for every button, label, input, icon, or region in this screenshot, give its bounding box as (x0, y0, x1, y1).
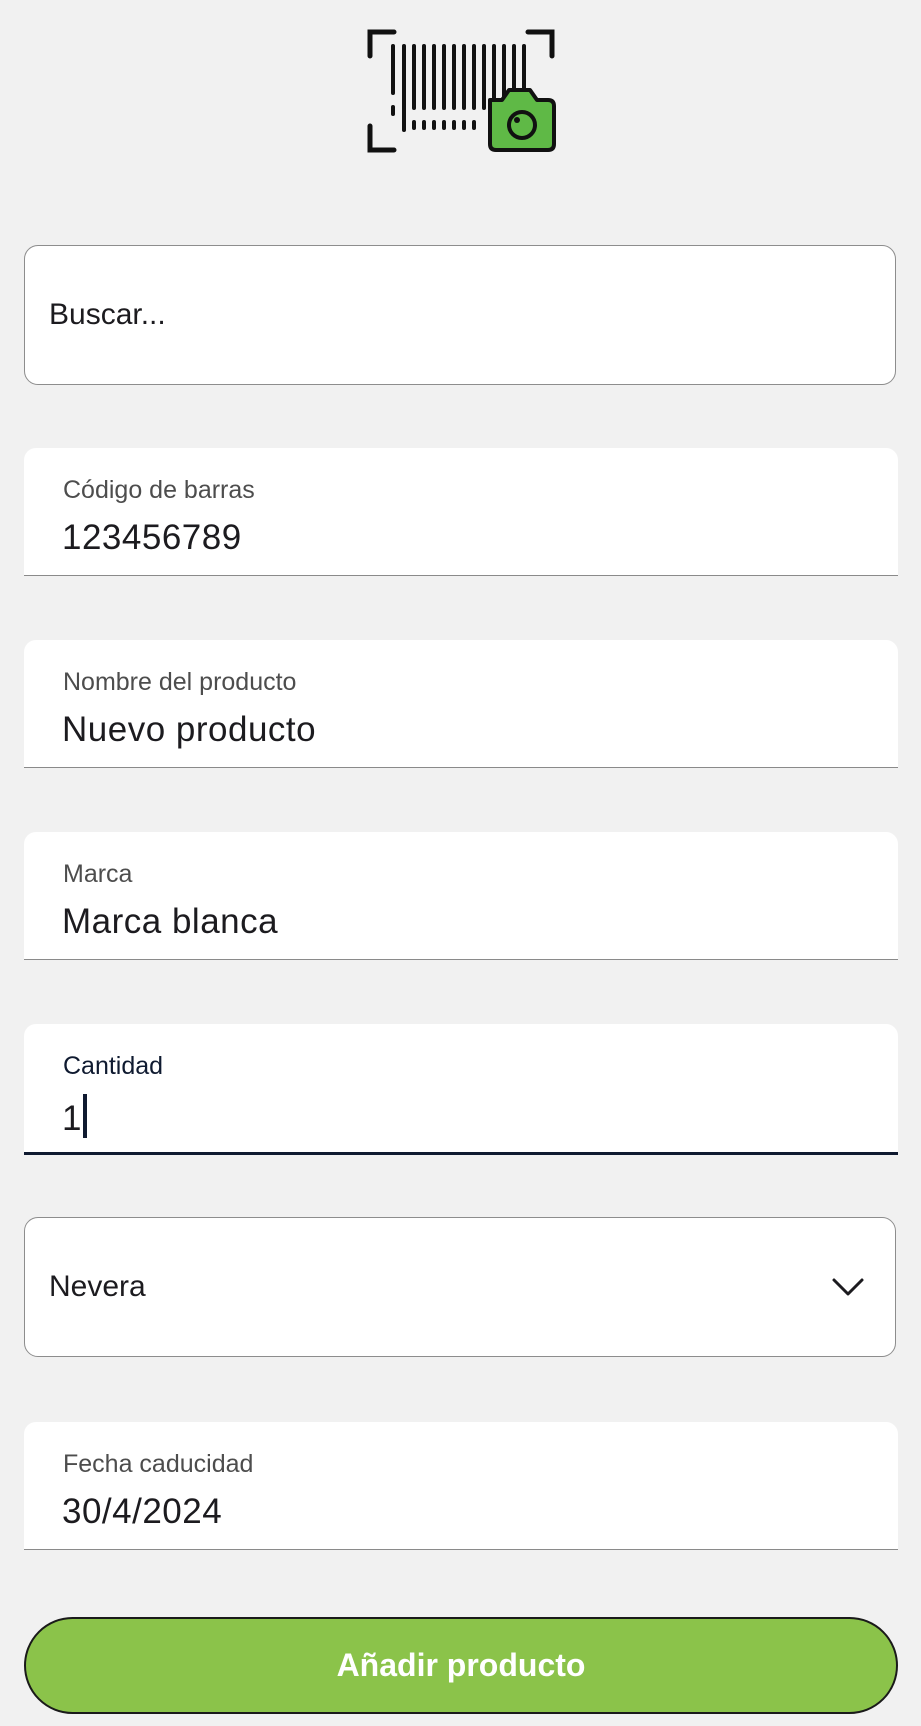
product-name-label: Nombre del producto (63, 668, 297, 696)
brand-value[interactable]: Marca blanca (62, 902, 278, 942)
brand-field[interactable]: Marca Marca blanca (24, 832, 898, 960)
location-selected-value: Nevera (49, 1270, 146, 1303)
quantity-value[interactable]: 1 (62, 1099, 82, 1138)
quantity-field[interactable]: Cantidad 1 (24, 1024, 898, 1155)
expiry-date-field[interactable]: Fecha caducidad 30/4/2024 (24, 1422, 898, 1550)
location-select[interactable]: Nevera (24, 1217, 896, 1357)
search-input[interactable] (49, 246, 849, 384)
add-product-button[interactable]: Añadir producto (24, 1617, 898, 1714)
product-name-value[interactable]: Nuevo producto (62, 710, 316, 750)
barcode-label: Código de barras (63, 476, 255, 504)
quantity-value-wrapper[interactable]: 1 (62, 1094, 87, 1139)
product-name-field[interactable]: Nombre del producto Nuevo producto (24, 640, 898, 768)
chevron-down-icon (832, 1278, 864, 1296)
barcode-scanner-logo[interactable] (366, 28, 556, 154)
brand-label: Marca (63, 860, 133, 888)
barcode-value[interactable]: 123456789 (62, 518, 242, 558)
barcode-field[interactable]: Código de barras 123456789 (24, 448, 898, 576)
barcode-scanner-icon (367, 29, 556, 153)
search-box[interactable] (24, 245, 896, 385)
expiry-date-label: Fecha caducidad (63, 1450, 254, 1478)
camera-icon (488, 88, 556, 152)
text-cursor (82, 1094, 87, 1138)
expiry-date-value[interactable]: 30/4/2024 (62, 1492, 222, 1532)
quantity-label: Cantidad (63, 1052, 164, 1080)
